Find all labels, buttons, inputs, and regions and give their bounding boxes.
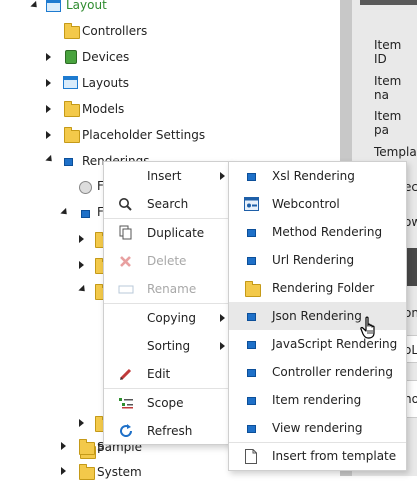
device-icon: [65, 50, 77, 64]
rendering-icon: [247, 369, 256, 377]
rendering-icon: [247, 313, 256, 321]
menu-item-label: Sorting: [147, 339, 191, 353]
rendering-icon: [247, 229, 256, 237]
submenu-arrow-icon: [220, 314, 225, 322]
rendering-icon: [247, 425, 256, 433]
menu-item-label: Edit: [147, 367, 171, 381]
menu-item-edit[interactable]: Edit: [104, 360, 231, 388]
tree-item-layout[interactable]: Layout: [66, 0, 107, 16]
submenu-item-insert-from-template[interactable]: Insert from template: [229, 442, 406, 470]
tree-item-models[interactable]: Models: [82, 98, 124, 120]
menu-item-refresh[interactable]: Refresh: [104, 417, 231, 445]
submenu-item-item-rendering[interactable]: Item rendering: [229, 386, 406, 414]
template-icon: [245, 449, 257, 464]
submenu-item-label: Rendering Folder: [272, 281, 375, 295]
menu-item-copying[interactable]: Copying: [104, 304, 231, 332]
expand-arrow-icon[interactable]: [46, 105, 51, 113]
submenu-item-label: Controller rendering: [272, 365, 393, 379]
tree-item-devices[interactable]: Devices: [82, 46, 129, 68]
expand-arrow-icon[interactable]: [46, 53, 51, 61]
expand-arrow-icon[interactable]: [46, 131, 51, 139]
submenu-item-xsl-rendering[interactable]: Xsl Rendering: [229, 162, 406, 190]
folder-icon: [245, 281, 261, 297]
menu-item-label: Delete: [147, 254, 187, 268]
expand-arrow-icon[interactable]: [79, 261, 84, 269]
expand-arrow-icon[interactable]: [61, 442, 66, 450]
hand-cursor-icon: [360, 316, 375, 339]
collapse-arrow-icon[interactable]: [45, 154, 55, 165]
renderings-icon: [64, 158, 73, 166]
context-menu: Insert Search Duplicate Delete Rename Co…: [103, 161, 232, 445]
rendering-icon: [247, 257, 256, 265]
expand-arrow-icon[interactable]: [79, 235, 84, 243]
layout-icon: [46, 0, 61, 12]
scope-icon: [119, 398, 133, 409]
folder-icon: [64, 127, 80, 143]
submenu-item-label: View rendering: [272, 421, 363, 435]
webcontrol-icon: [244, 197, 259, 211]
collapse-arrow-icon[interactable]: [60, 207, 70, 218]
rendering-icon: [247, 341, 256, 349]
refresh-icon: [120, 424, 133, 437]
expand-arrow-icon[interactable]: [46, 79, 51, 87]
submenu-item-method-rendering[interactable]: Method Rendering: [229, 218, 406, 246]
tree-item-system[interactable]: System: [97, 461, 142, 483]
submenu-item-label: Item rendering: [272, 393, 362, 407]
rename-icon: [118, 285, 134, 294]
folder-icon: [64, 101, 80, 117]
settings-icon: [79, 181, 92, 194]
delete-icon: [120, 256, 131, 267]
submenu-item-label: Method Rendering: [272, 225, 383, 239]
tree-item-controllers[interactable]: Controllers: [82, 20, 147, 42]
collapse-arrow-icon[interactable]: [78, 284, 88, 295]
submenu-item-url-rendering[interactable]: Url Rendering: [229, 246, 406, 274]
pencil-icon: [119, 368, 132, 381]
field-label-item-name: Item na: [374, 74, 402, 102]
menu-item-insert[interactable]: Insert: [104, 162, 231, 190]
insert-submenu: Xsl Rendering Webcontrol Method Renderin…: [228, 161, 407, 471]
renderings-icon: [81, 210, 90, 218]
menu-item-search[interactable]: Search: [104, 190, 231, 218]
menu-item-label: Insert: [147, 169, 182, 183]
menu-item-label: Scope: [147, 396, 184, 410]
rendering-icon: [247, 173, 256, 181]
submenu-item-view-rendering[interactable]: View rendering: [229, 414, 406, 442]
field-label-item-id: Item ID: [374, 38, 402, 66]
menu-item-label: Refresh: [147, 424, 193, 438]
collapse-arrow-icon[interactable]: [30, 0, 40, 11]
layouts-icon: [63, 76, 78, 89]
menu-item-label: Copying: [147, 311, 196, 325]
menu-item-delete[interactable]: Delete: [104, 247, 231, 275]
menu-item-label: Search: [147, 197, 189, 211]
submenu-arrow-icon: [220, 342, 225, 350]
folder-icon: [79, 439, 95, 455]
tree-item-layouts[interactable]: Layouts: [82, 72, 129, 94]
submenu-item-label: Xsl Rendering: [272, 169, 355, 183]
expand-arrow-icon[interactable]: [61, 467, 66, 475]
duplicate-icon: [119, 225, 132, 240]
panel-header-bar: [360, 0, 417, 5]
tree-item-placeholder-settings[interactable]: Placeholder Settings: [82, 124, 205, 146]
menu-item-label: Rename: [147, 282, 197, 296]
menu-item-scope[interactable]: Scope: [104, 389, 231, 417]
submenu-item-label: Json Rendering: [272, 309, 362, 323]
search-icon: [119, 198, 132, 211]
submenu-item-webcontrol[interactable]: Webcontrol: [229, 190, 406, 218]
folder-icon: [64, 23, 80, 39]
submenu-item-label: Url Rendering: [272, 253, 355, 267]
submenu-item-label: Webcontrol: [272, 197, 340, 211]
rendering-icon: [247, 397, 256, 405]
submenu-item-label: Insert from template: [272, 449, 397, 463]
menu-item-sorting[interactable]: Sorting: [104, 332, 231, 360]
submenu-item-rendering-folder[interactable]: Rendering Folder: [229, 274, 406, 302]
folder-icon: [79, 464, 95, 480]
menu-item-rename[interactable]: Rename: [104, 275, 231, 303]
expand-arrow-icon[interactable]: [79, 419, 84, 427]
menu-item-label: Duplicate: [147, 226, 205, 240]
submenu-arrow-icon: [220, 172, 225, 180]
field-label-item-path: Item pa: [374, 109, 402, 137]
submenu-item-controller-rendering[interactable]: Controller rendering: [229, 358, 406, 386]
menu-item-duplicate[interactable]: Duplicate: [104, 219, 231, 247]
field-label-template: Templa: [374, 145, 417, 159]
